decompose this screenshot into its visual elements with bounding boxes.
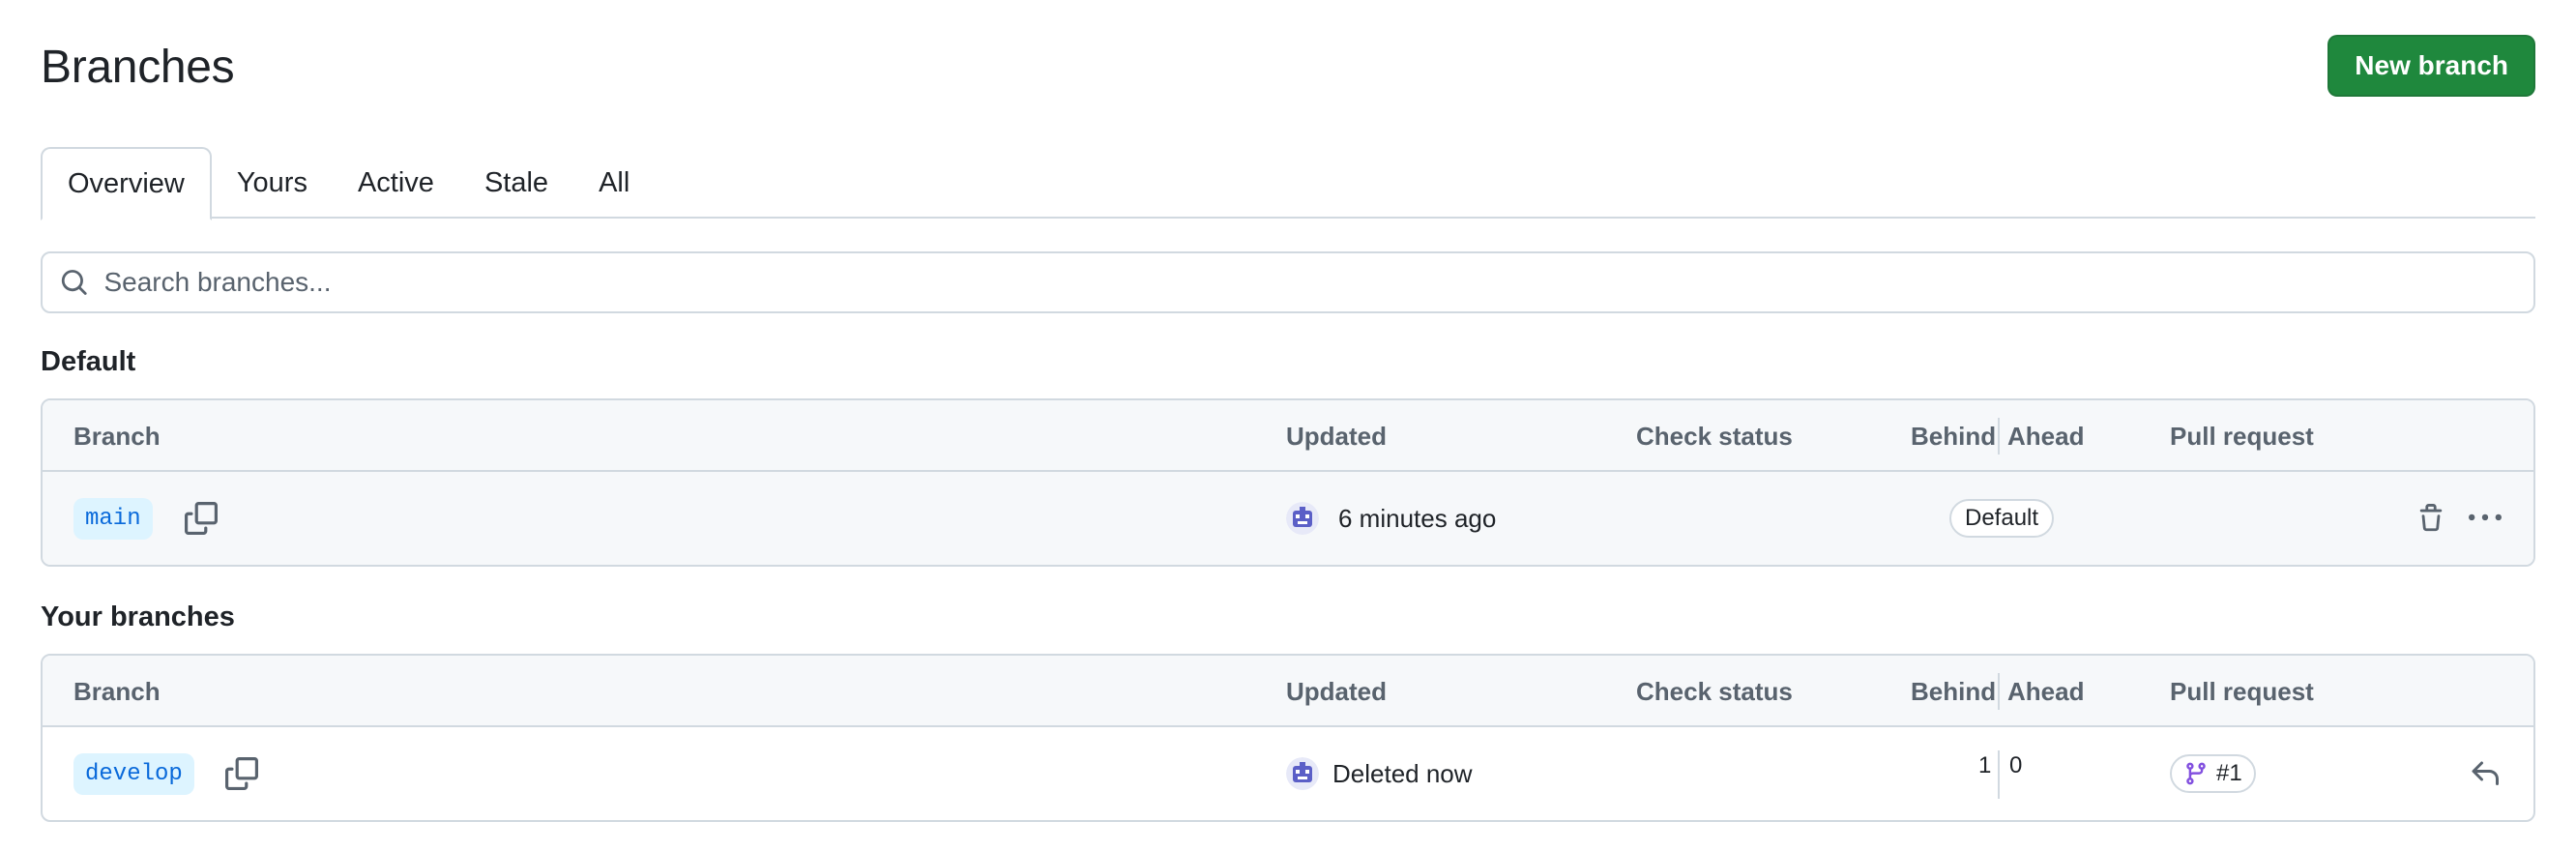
table-header: Branch Updated Check status Behind Ahead… bbox=[43, 400, 2533, 472]
tab-all[interactable]: All bbox=[573, 147, 655, 219]
column-behind: Behind bbox=[1911, 421, 1997, 451]
tab-active[interactable]: Active bbox=[333, 147, 459, 219]
behind-count: 1 bbox=[1978, 752, 1992, 778]
pull-request-link[interactable]: #1 bbox=[2170, 754, 2256, 793]
branch-filter-tabs: Overview Yours Active Stale All bbox=[41, 147, 2535, 220]
pull-request-icon bbox=[2186, 762, 2206, 785]
page-title: Branches bbox=[41, 42, 235, 93]
column-ahead: Ahead bbox=[2007, 676, 2085, 706]
page-header: Branches New branch bbox=[41, 35, 2535, 99]
column-branch: Branch bbox=[73, 676, 161, 706]
behind-ahead-divider bbox=[1998, 750, 2000, 799]
column-divider bbox=[1998, 673, 2000, 710]
copy-icon[interactable] bbox=[220, 752, 263, 795]
trash-icon[interactable] bbox=[2410, 497, 2452, 540]
column-updated: Updated bbox=[1286, 676, 1387, 706]
default-branches-table: Branch Updated Check status Behind Ahead… bbox=[41, 398, 2535, 567]
search-input[interactable] bbox=[103, 267, 2533, 298]
new-branch-button[interactable]: New branch bbox=[2327, 35, 2535, 97]
column-ahead: Ahead bbox=[2007, 421, 2085, 451]
updated-time: Deleted now bbox=[1332, 758, 1473, 788]
updated-time: 6 minutes ago bbox=[1338, 503, 1497, 533]
branch-name-link[interactable]: develop bbox=[73, 752, 194, 795]
column-pull-request: Pull request bbox=[2170, 676, 2314, 706]
restore-icon[interactable] bbox=[2464, 752, 2506, 795]
pull-request-number: #1 bbox=[2216, 760, 2242, 786]
tab-stale[interactable]: Stale bbox=[459, 147, 573, 219]
avatar[interactable] bbox=[1286, 757, 1319, 790]
avatar[interactable] bbox=[1286, 502, 1319, 535]
column-check-status: Check status bbox=[1636, 421, 1793, 451]
search-box[interactable] bbox=[41, 251, 2535, 313]
section-heading-default: Default bbox=[41, 346, 136, 377]
tab-overview[interactable]: Overview bbox=[41, 147, 212, 220]
table-row: main 6 minutes ago Default bbox=[43, 472, 2533, 565]
column-pull-request: Pull request bbox=[2170, 421, 2314, 451]
section-heading-your-branches: Your branches bbox=[41, 602, 235, 632]
search-icon bbox=[61, 270, 87, 295]
tab-yours[interactable]: Yours bbox=[212, 147, 333, 219]
column-divider bbox=[1998, 418, 2000, 455]
column-check-status: Check status bbox=[1636, 676, 1793, 706]
branches-page: Branches New branch Overview Yours Activ… bbox=[0, 0, 2576, 851]
column-branch: Branch bbox=[73, 421, 161, 451]
copy-icon[interactable] bbox=[180, 497, 222, 540]
default-badge: Default bbox=[1949, 499, 2055, 538]
column-behind: Behind bbox=[1911, 676, 1997, 706]
ahead-count: 0 bbox=[2009, 752, 2023, 778]
kebab-menu-icon[interactable] bbox=[2464, 497, 2506, 540]
column-updated: Updated bbox=[1286, 421, 1387, 451]
table-row: develop Deleted now 1 0 #1 bbox=[43, 727, 2533, 820]
your-branches-table: Branch Updated Check status Behind Ahead… bbox=[41, 654, 2535, 822]
table-header: Branch Updated Check status Behind Ahead… bbox=[43, 656, 2533, 727]
branch-name-link[interactable]: main bbox=[73, 497, 153, 540]
